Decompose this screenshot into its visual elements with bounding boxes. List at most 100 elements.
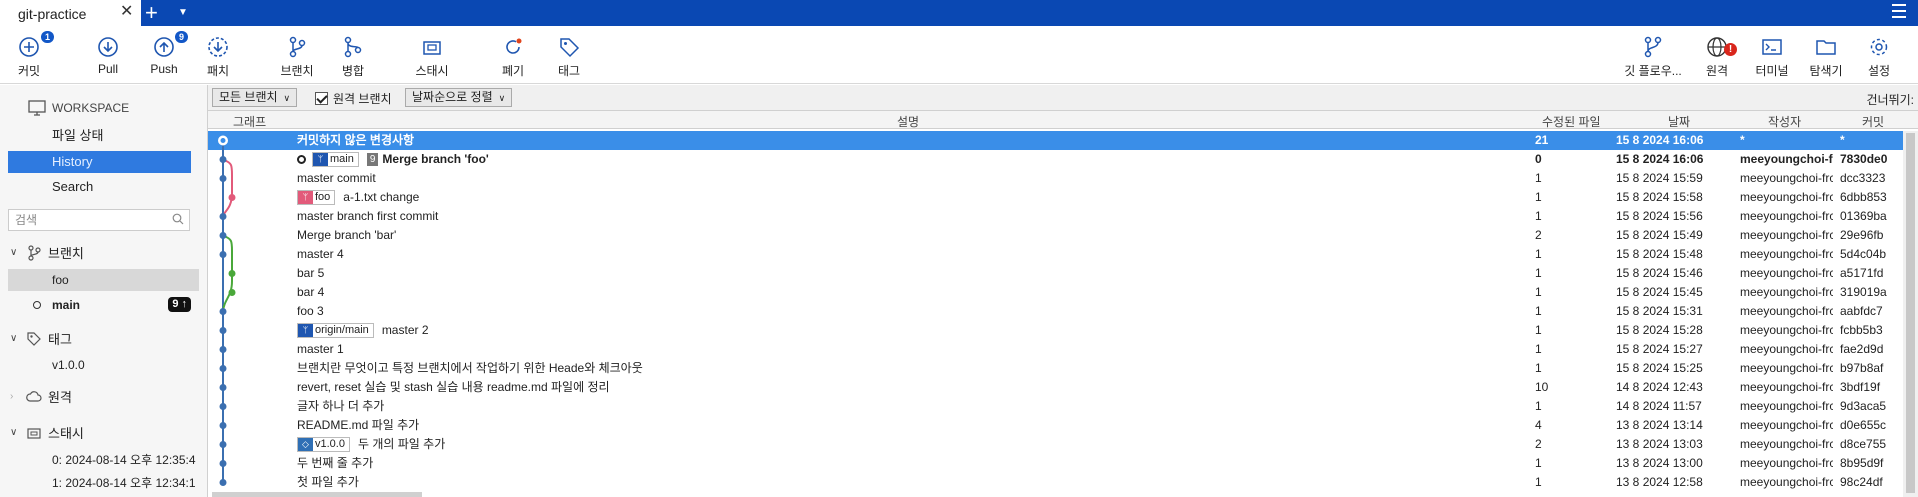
col-date[interactable]: 날짜 xyxy=(1668,113,1690,130)
close-tab-icon[interactable]: ✕ xyxy=(120,4,133,20)
commit-row[interactable]: README.md 파일 추가 4 13 8 2024 13:14 meeyou… xyxy=(208,416,1903,435)
branches-section-header[interactable]: ∨ 브랜치 xyxy=(10,243,84,262)
commit-row[interactable]: 두 번째 줄 추가 1 13 8 2024 13:00 meeyoungchoi… xyxy=(208,454,1903,473)
remotes-section-header[interactable]: › 원격 xyxy=(10,387,72,406)
tab-dropdown-icon[interactable]: ▼ xyxy=(178,7,188,18)
col-author[interactable]: 작성자 xyxy=(1768,113,1801,130)
commit-date: 15 8 2024 15:48 xyxy=(1616,247,1703,261)
commit-description: 글자 하나 더 추가 xyxy=(297,399,385,413)
search-icon xyxy=(172,213,184,225)
branch-button[interactable]: 브랜치 xyxy=(278,34,316,79)
sort-dropdown[interactable]: 날짜순으로 정렬 ∨ xyxy=(405,88,513,107)
vertical-scrollbar[interactable] xyxy=(1903,131,1918,497)
stashes-section-header[interactable]: ∨ 스태시 xyxy=(10,423,84,442)
commit-row[interactable]: ᛘ foo a-1.txt change 1 15 8 2024 15:58 mee… xyxy=(208,188,1903,207)
tag-item[interactable]: v1.0.0 xyxy=(8,354,199,376)
graph-node xyxy=(219,213,227,220)
merge-button[interactable]: 병합 xyxy=(340,34,366,79)
remote-branch-checkbox[interactable]: 원격 브랜치 xyxy=(315,90,392,107)
commit-row[interactable]: master 1 1 15 8 2024 15:27 meeyoungchoi-… xyxy=(208,340,1903,359)
commit-hash: d0e655c xyxy=(1840,418,1887,432)
commit-description: 첫 파일 추가 xyxy=(297,475,359,489)
settings-label: 설정 xyxy=(1867,64,1891,78)
commit-files: 1 xyxy=(1535,456,1542,470)
nav-history[interactable]: History xyxy=(8,151,191,173)
add-tab-icon[interactable]: + xyxy=(145,0,158,26)
commit-row[interactable]: 브랜치란 무엇이고 특정 브랜치에서 작업하기 위한 Heade와 체크아웃 1… xyxy=(208,359,1903,378)
stash-item[interactable]: 1: 2024-08-14 오후 12:34:1 xyxy=(8,472,199,494)
commit-description: master commit xyxy=(297,171,376,185)
commit-graph xyxy=(218,135,236,486)
sidebar-search-input[interactable]: 검색 xyxy=(8,209,190,231)
commit-row[interactable]: bar 5 1 15 8 2024 15:46 meeyoungchoi-frc… xyxy=(208,264,1903,283)
repo-tab[interactable]: git-practice ✕ xyxy=(0,0,141,26)
commit-files: 1 xyxy=(1535,209,1542,223)
commit-hash: 319019a xyxy=(1840,285,1887,299)
branch-ref-foo[interactable]: ᛘ foo xyxy=(297,190,336,206)
scrollbar-thumb[interactable] xyxy=(1906,133,1915,493)
commit-row-uncommitted[interactable]: 커밋하지 않은 변경사항 21 15 8 2024 16:06 * * xyxy=(208,131,1903,150)
commit-author: meeyoungchoi-frc xyxy=(1740,342,1833,356)
explorer-button[interactable]: 탐색기 xyxy=(1807,34,1845,79)
tag-ref-version[interactable]: ◇ v1.0.0 xyxy=(297,437,350,453)
commit-row[interactable]: 첫 파일 추가 1 13 8 2024 12:58 meeyoungchoi-f… xyxy=(208,473,1903,492)
stash-button[interactable]: 스태시 xyxy=(413,34,451,79)
commit-description: 두 번째 줄 추가 xyxy=(297,456,374,470)
horizontal-scrollbar[interactable] xyxy=(212,492,422,497)
col-commit[interactable]: 커밋 xyxy=(1862,113,1884,130)
commit-date: 13 8 2024 12:58 xyxy=(1616,475,1703,489)
commit-author: meeyoungchoi-frc xyxy=(1740,456,1833,470)
commit-row[interactable]: Merge branch 'bar' 2 15 8 2024 15:49 mee… xyxy=(208,226,1903,245)
fetch-button[interactable]: 패치 xyxy=(205,34,231,79)
remote-button[interactable]: ! 원격 xyxy=(1703,34,1737,79)
commit-hash: b97b8af xyxy=(1840,361,1884,375)
commit-row[interactable]: bar 4 1 15 8 2024 15:45 meeyoungchoi-frc… xyxy=(208,283,1903,302)
commit-table-header: 그래프 설명 수정된 파일 날짜 작성자 커밋 xyxy=(208,111,1918,129)
commit-row[interactable]: master branch first commit 1 15 8 2024 1… xyxy=(208,207,1903,226)
nav-search[interactable]: Search xyxy=(8,176,191,198)
commit-row[interactable]: ◇ v1.0.0 두 개의 파일 추가 2 13 8 2024 13:03 meey… xyxy=(208,435,1903,454)
pull-button[interactable]: Pull xyxy=(96,34,120,76)
col-files[interactable]: 수정된 파일 xyxy=(1542,113,1601,130)
commit-author: meeyoungchoi-frc xyxy=(1740,228,1833,242)
discard-button[interactable]: 폐기 xyxy=(500,34,526,79)
branch-item-main[interactable]: main 9 ↑ xyxy=(8,294,199,316)
commit-row[interactable]: ᛘ main 9 Merge branch 'foo' 0 15 8 2024 16:… xyxy=(208,150,1903,169)
commit-row[interactable]: foo 3 1 15 8 2024 15:31 meeyoungchoi-frc… xyxy=(208,302,1903,321)
branch-item-foo[interactable]: foo xyxy=(8,269,199,291)
graph-node xyxy=(219,460,227,467)
commit-row[interactable]: ᛘ origin/main master 2 1 15 8 2024 15:28 m… xyxy=(208,321,1903,340)
commit-description: master 4 xyxy=(297,247,344,261)
push-button[interactable]: 9 Push xyxy=(150,31,188,76)
settings-button[interactable]: 설정 xyxy=(1866,34,1892,79)
branch-filter-dropdown[interactable]: 모든 브랜치 ∨ xyxy=(212,88,298,107)
commit-date: 15 8 2024 15:25 xyxy=(1616,361,1703,375)
terminal-button[interactable]: 터미널 xyxy=(1753,34,1791,79)
col-description[interactable]: 설명 xyxy=(897,113,919,130)
gitflow-button[interactable]: 깃 플로우... xyxy=(1620,34,1686,79)
hamburger-menu-icon[interactable] xyxy=(1892,4,1906,22)
commit-files: 10 xyxy=(1535,380,1549,394)
branch-ref-main[interactable]: ᛘ main xyxy=(312,152,359,168)
commit-description: bar 5 xyxy=(297,266,325,280)
commit-files: 2 xyxy=(1535,228,1542,242)
commit-button[interactable]: 1 커밋 xyxy=(14,31,54,79)
col-graph[interactable]: 그래프 xyxy=(233,113,266,130)
branch-icon: ᛘ xyxy=(313,153,328,167)
commit-row[interactable]: revert, reset 실습 및 stash 실습 내용 readme.md… xyxy=(208,378,1903,397)
stash-label: 0: 2024-08-14 오후 12:35:4 xyxy=(52,453,196,467)
tags-title: 태그 xyxy=(48,332,72,347)
commit-row[interactable]: master commit 1 15 8 2024 15:59 meeyoung… xyxy=(208,169,1903,188)
stash-item[interactable]: 0: 2024-08-14 오후 12:35:4 xyxy=(8,449,199,471)
branch-name: foo xyxy=(52,273,69,287)
tag-button[interactable]: 태그 xyxy=(556,34,582,79)
commit-row[interactable]: 글자 하나 더 추가 1 14 8 2024 11:57 meeyoungcho… xyxy=(208,397,1903,416)
nav-file-status[interactable]: 파일 상태 xyxy=(8,125,191,147)
graph-node xyxy=(219,479,227,486)
tags-section-header[interactable]: ∨ 태그 xyxy=(10,329,72,348)
commit-row[interactable]: master 4 1 15 8 2024 15:48 meeyoungchoi-… xyxy=(208,245,1903,264)
commit-date: 15 8 2024 15:49 xyxy=(1616,228,1703,242)
commit-hash: dcc3323 xyxy=(1840,171,1886,185)
branch-ref-origin-main[interactable]: ᛘ origin/main xyxy=(297,323,374,339)
commit-files: 1 xyxy=(1535,304,1542,318)
